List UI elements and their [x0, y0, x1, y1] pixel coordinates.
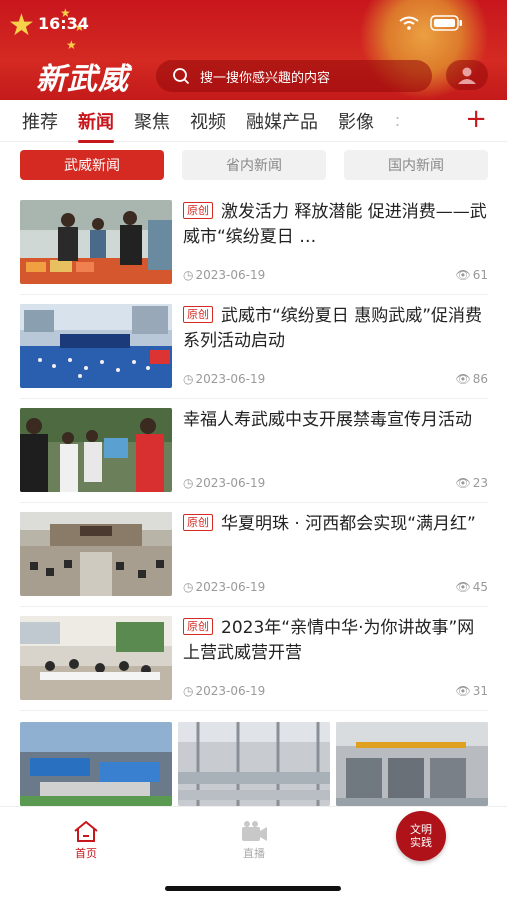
status-time: 16:34 [38, 14, 89, 33]
big-star-icon: ★ [8, 8, 35, 43]
tab-focus[interactable]: 聚焦 [134, 108, 170, 134]
divider [20, 502, 488, 503]
news-date: ◷ 2023-06-19 [183, 268, 266, 282]
original-tag: 原创 [183, 618, 213, 635]
small-star-icon: ★ [66, 38, 77, 52]
news-date: ◷ 2023-06-19 [183, 372, 266, 386]
eye-icon: 👁 [455, 580, 471, 594]
clock-icon: ◷ [183, 372, 194, 386]
add-channel-plus-icon[interactable]: + [465, 106, 487, 132]
app-header: ★ ★ ★ ★ 16:34 新武威 搜一搜你感兴趣的内容 [0, 0, 507, 100]
news-thumbnail [20, 408, 172, 492]
tab-media-products[interactable]: 融媒产品 [246, 108, 318, 134]
original-tag: 原创 [183, 202, 213, 219]
news-date: ◷ 2023-06-19 [183, 684, 266, 698]
news-thumbnail [20, 616, 172, 700]
news-title: 激发活力 释放潜能 促进消费——武威市“缤纷夏日 … [183, 202, 487, 247]
news-item[interactable]: 幸福人寿武威中支开展禁毒宣传月活动 ◷ 2023-06-19 👁 23 [20, 408, 488, 492]
channel-tabs: 推荐 新闻 聚焦 视频 融媒产品 影像 ： [0, 100, 507, 143]
clock-icon: ◷ [183, 476, 194, 490]
news-item[interactable]: 原创 武威市“缤纷夏日 惠购武威”促消费系列活动启动 ◷ 2023-06-19 👁 8… [20, 304, 488, 388]
news-thumbnail [20, 512, 172, 596]
battery-icon [430, 15, 462, 31]
search-placeholder: 搜一搜你感兴趣的内容 [200, 70, 331, 86]
gallery-image [336, 722, 488, 806]
subtab-national-news[interactable]: 国内新闻 [344, 150, 488, 180]
eye-icon: 👁 [455, 372, 471, 386]
news-date: ◷ 2023-06-19 [183, 580, 266, 594]
nav-home-label: 首页 [75, 847, 97, 860]
original-tag: 原创 [183, 306, 213, 323]
news-item[interactable]: 原创 2023年“亲情中华·为你讲故事”网上营武威营开营 ◷ 2023-06-19 … [20, 616, 488, 700]
nav-live-label: 直播 [243, 847, 265, 860]
news-title: 幸福人寿武威中支开展禁毒宣传月活动 [183, 410, 472, 430]
image-gallery-item[interactable] [20, 722, 488, 806]
divider [20, 398, 488, 399]
user-avatar-button[interactable] [446, 60, 488, 90]
news-item[interactable]: 原创 华夏明珠 · 河西都会实现“满月红” ◷ 2023-06-19 👁 45 [20, 512, 488, 596]
clock-icon: ◷ [183, 268, 194, 282]
eye-icon: 👁 [455, 684, 471, 698]
user-icon [458, 67, 476, 84]
news-title: 2023年“亲情中华·为你讲故事”网上营武威营开营 [183, 618, 475, 663]
divider [20, 294, 488, 295]
nav-home[interactable]: 首页 [56, 819, 116, 861]
gallery-image [178, 722, 330, 806]
original-tag: 原创 [183, 514, 213, 531]
search-bar[interactable]: 搜一搜你感兴趣的内容 [156, 60, 432, 92]
app-logo[interactable]: 新武威 [36, 54, 129, 98]
gallery-image [20, 722, 172, 806]
tab-images[interactable]: 影像 [338, 108, 374, 134]
tab-news[interactable]: 新闻 [78, 108, 114, 143]
clock-icon: ◷ [183, 580, 194, 594]
subtab-province-news[interactable]: 省内新闻 [182, 150, 326, 180]
news-thumbnail [20, 200, 172, 284]
view-count: 👁 86 [455, 372, 488, 386]
divider [20, 606, 488, 607]
tab-recommend[interactable]: 推荐 [22, 108, 58, 134]
sub-tabs: 武威新闻 省内新闻 国内新闻 [20, 150, 488, 180]
civilization-practice-label: 文明实践 [410, 823, 432, 849]
news-title: 华夏明珠 · 河西都会实现“满月红” [221, 514, 476, 534]
tab-more-truncated[interactable]: ： [394, 111, 408, 131]
news-title: 武威市“缤纷夏日 惠购武威”促消费系列活动启动 [183, 306, 483, 351]
view-count: 👁 61 [455, 268, 488, 282]
divider [20, 710, 488, 711]
view-count: 👁 45 [455, 580, 488, 594]
search-icon [173, 68, 190, 85]
home-indicator [165, 886, 341, 891]
eye-icon: 👁 [455, 476, 471, 490]
tab-video[interactable]: 视频 [190, 108, 226, 134]
view-count: 👁 23 [455, 476, 488, 490]
nav-live[interactable]: 直播 [224, 819, 284, 861]
eye-icon: 👁 [455, 268, 471, 282]
video-camera-icon [242, 821, 267, 841]
news-date: ◷ 2023-06-19 [183, 476, 266, 490]
civilization-practice-button[interactable]: 文明实践 [396, 811, 446, 861]
news-thumbnail [20, 304, 172, 388]
home-icon [74, 820, 98, 842]
clock-icon: ◷ [183, 684, 194, 698]
view-count: 👁 31 [455, 684, 488, 698]
subtab-wuwei-news[interactable]: 武威新闻 [20, 150, 164, 180]
news-item[interactable]: 原创 激发活力 释放潜能 促进消费——武威市“缤纷夏日 … ◷ 2023-06-19… [20, 200, 488, 284]
wifi-icon [399, 16, 419, 30]
